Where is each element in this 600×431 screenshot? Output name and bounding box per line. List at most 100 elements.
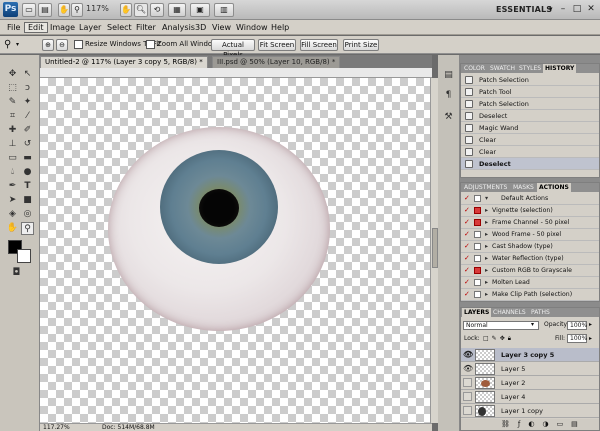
expand-triangle-icon[interactable]: ▸ [485,277,488,288]
visibility-eye-icon[interactable]: 👁︎ [463,351,473,359]
chevron-down-icon[interactable]: ▾ [549,5,553,13]
visibility-toggle[interactable] [463,392,472,401]
menu-help[interactable]: Help [268,22,292,33]
check-icon[interactable]: ✓ [464,219,471,226]
brush-tool-icon[interactable]: ✐ [21,124,34,137]
zoom-icon[interactable]: ⚲ [71,3,83,17]
paragraph-icon[interactable]: ¶ [442,89,455,102]
history-brush-tool-icon[interactable]: ↺ [21,138,34,151]
zoom-out-icon[interactable]: ⊖ [56,39,68,51]
3d-orbit-tool-icon[interactable]: ◎ [21,208,34,221]
tab-masks[interactable]: MASKS [511,183,536,192]
zoom-tool-active-icon[interactable]: ⚲ [21,222,34,235]
tab-swatch[interactable]: SWATCH [488,64,517,73]
layer-row[interactable]: Layer 2 [461,376,599,390]
tab-styles[interactable]: STYLES [517,64,543,73]
blur-tool-icon[interactable]: 💧︎ [6,166,19,179]
menu-select[interactable]: Select [104,22,135,33]
check-icon[interactable]: ✓ [464,255,471,262]
action-item[interactable]: ✓ ▸ Wood Frame - 50 pixel [461,229,599,241]
history-item[interactable]: Patch Tool [461,86,599,98]
action-item[interactable]: ✓ ▸ Make Clip Path (selection) [461,289,599,301]
maximize-button[interactable]: □ [570,3,584,16]
action-set-row[interactable]: ✓ ▾ Default Actions [461,193,599,205]
chevron-right-icon[interactable]: ▸ [589,335,592,343]
dialog-toggle-icon[interactable] [474,195,481,202]
quick-mask-icon[interactable]: ◘ [10,266,23,279]
minimize-button[interactable]: – [556,3,570,16]
workspace-switcher[interactable]: ESSENTIALS [496,5,552,14]
chevron-right-icon[interactable]: ▸ [589,321,592,329]
dialog-toggle-icon[interactable] [474,207,481,214]
history-item[interactable]: Magic Wand [461,122,599,134]
dialog-toggle-icon[interactable] [474,267,481,274]
dialog-toggle-icon[interactable] [474,255,481,262]
action-item[interactable]: ✓ ▸ Water Reflection (type) [461,253,599,265]
eraser-tool-icon[interactable]: ▭ [6,152,19,165]
expand-triangle-icon[interactable]: ▸ [485,217,488,228]
type-tool-icon[interactable]: T [21,180,34,193]
tab-iii-psd[interactable]: III.psd @ 50% (Layer 10, RGB/8) * [212,56,341,68]
opacity-input[interactable]: 100% [567,321,587,330]
close-button[interactable]: ✕ [584,3,598,16]
action-item[interactable]: ✓ ▸ Custom RGB to Grayscale [461,265,599,277]
expand-triangle-icon[interactable]: ▸ [485,265,488,276]
chevron-down-icon[interactable]: ▾ [531,321,534,329]
hand-icon-2[interactable]: ✋ [120,3,132,17]
dodge-tool-icon[interactable]: ● [21,166,34,179]
gradient-tool-icon[interactable]: ▬ [21,152,34,165]
dialog-toggle-icon[interactable] [474,279,481,286]
tab-history[interactable]: HISTORY [543,64,577,73]
menu-filter[interactable]: Filter [133,22,159,33]
history-item[interactable]: Patch Selection [461,98,599,110]
menu-file[interactable]: File [4,22,23,33]
marquee-tool-icon[interactable]: ⬚ [6,82,19,95]
visibility-toggle[interactable] [463,378,472,387]
layer-row[interactable]: 👁︎ Layer 3 copy 5 [461,348,599,362]
zoom-tool-icon[interactable]: 🔍︎ [134,3,148,17]
move-tool-icon[interactable]: ✥ [6,68,19,81]
check-icon[interactable]: ✓ [464,195,471,202]
hand-icon[interactable]: ✋ [58,3,70,17]
expand-triangle-icon[interactable]: ▸ [485,289,488,300]
history-item[interactable]: Clear [461,134,599,146]
dialog-toggle-icon[interactable] [474,243,481,250]
fit-screen-button[interactable]: Fit Screen [258,39,296,51]
expand-triangle-icon[interactable]: ▸ [485,229,488,240]
rotate-view-icon[interactable]: ⟲ [150,3,164,17]
healing-brush-tool-icon[interactable]: ✚ [6,124,19,137]
tab-adjustments[interactable]: ADJUSTMENTS [462,183,509,192]
tab-color[interactable]: COLOR [462,64,487,73]
background-color-swatch[interactable] [17,249,31,263]
check-icon[interactable]: ✓ [464,243,471,250]
fill-screen-button[interactable]: Fill Screen [300,39,338,51]
visibility-eye-icon[interactable]: 👁︎ [463,365,473,373]
bridge-icon[interactable]: ▭ [22,3,36,17]
check-icon[interactable]: ✓ [464,207,471,214]
chevron-down-icon[interactable]: ▾ [485,193,488,204]
hand-tool-icon[interactable]: ✋ [6,222,19,235]
action-item[interactable]: ✓ ▸ Vignette (selection) [461,205,599,217]
menu-edit[interactable]: Edit [24,22,48,33]
arrow-tool-icon[interactable]: ↖ [21,68,34,81]
dialog-toggle-icon[interactable] [474,291,481,298]
lasso-tool-icon[interactable]: ↄ [21,82,34,95]
zoom-in-icon[interactable]: ⊕ [42,39,54,51]
dialog-toggle-icon[interactable] [474,219,481,226]
actual-pixels-button[interactable]: Actual Pixels [211,39,255,59]
tool-presets-icon[interactable]: ⚒ [442,111,455,124]
resize-windows-checkbox[interactable] [74,40,83,49]
eyedropper-tool-icon[interactable]: ⁄ [21,110,34,123]
zoom-tool-preset-icon[interactable]: ⚲ [4,39,11,50]
mini-bridge-icon[interactable]: ▤ [38,3,52,17]
layer-row[interactable]: Layer 1 copy [461,404,599,418]
menu-image[interactable]: Image [47,22,78,33]
history-item[interactable]: Clear [461,146,599,158]
history-panel-icon[interactable]: ▤ [442,69,455,82]
tab-actions[interactable]: ACTIONS [537,183,571,192]
expand-triangle-icon[interactable]: ▸ [485,241,488,252]
shape-tool-icon[interactable]: ■ [21,194,34,207]
path-selection-tool-icon[interactable]: ➤ [6,194,19,207]
check-icon[interactable]: ✓ [464,291,471,298]
magic-wand-tool-icon[interactable]: ✦ [21,96,34,109]
